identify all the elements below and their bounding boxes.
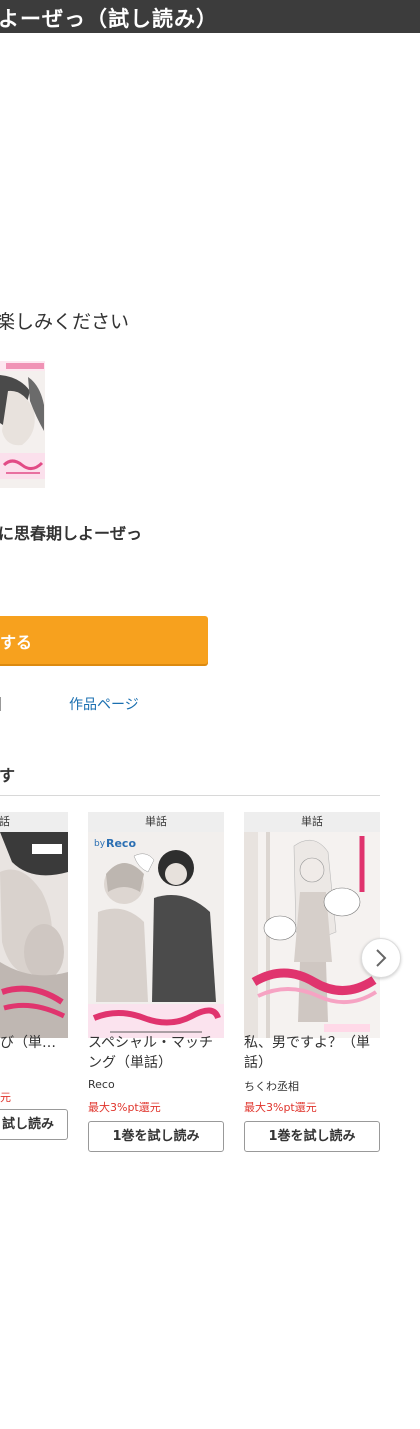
trial-read-button[interactable]: 1巻を試し読み (88, 1121, 224, 1152)
card-badge: 単話 (244, 812, 380, 832)
book-cover-image[interactable] (0, 361, 45, 488)
section-divider (0, 795, 380, 796)
purchase-button[interactable]: する (0, 616, 208, 664)
carousel-next-button[interactable] (361, 938, 401, 978)
card-cover-image[interactable]: by Reco (88, 832, 224, 1038)
card-point: 元 (0, 1091, 11, 1104)
work-page-link[interactable]: 作品ページ (69, 694, 139, 714)
page: よーぜっ（試し読み） 楽しみください に思春期しよーぜっ する 作品ページ す … (0, 0, 420, 1429)
purchase-button-label: する (0, 633, 33, 652)
recommend-heading: す (0, 766, 16, 785)
card-cover-image[interactable] (244, 832, 380, 1038)
card-title[interactable]: び（単… (0, 1033, 68, 1053)
book-title[interactable]: に思春期しよーぜっ (0, 520, 142, 544)
card-point: 最大3%pt還元 (88, 1101, 161, 1114)
trial-read-button[interactable]: 試し読み (0, 1109, 68, 1140)
trial-read-button[interactable]: 1巻を試し読み (244, 1121, 380, 1152)
card-title[interactable]: スペシャル・マッチング（単話） (88, 1033, 224, 1073)
svg-text:by: by (94, 839, 106, 849)
chevron-right-icon (376, 949, 387, 967)
card-badge: 話 (0, 812, 68, 832)
card-author[interactable]: Reco (88, 1078, 115, 1091)
divider (0, 697, 1, 711)
enjoy-message: 楽しみください (0, 311, 130, 333)
header-bar: よーぜっ（試し読み） (0, 0, 420, 33)
card-badge: 単話 (88, 812, 224, 832)
card-point: 最大3%pt還元 (244, 1101, 317, 1114)
svg-text:Reco: Reco (106, 837, 136, 850)
card-title[interactable]: 私、男ですよ？（単話） (244, 1033, 380, 1073)
trial-read-label: 試し読み (1, 1117, 54, 1132)
page-title: よーぜっ（試し読み） (0, 7, 218, 31)
card-author[interactable]: ちくわ丞相 (244, 1078, 299, 1094)
card-cover-image[interactable] (0, 832, 68, 1038)
